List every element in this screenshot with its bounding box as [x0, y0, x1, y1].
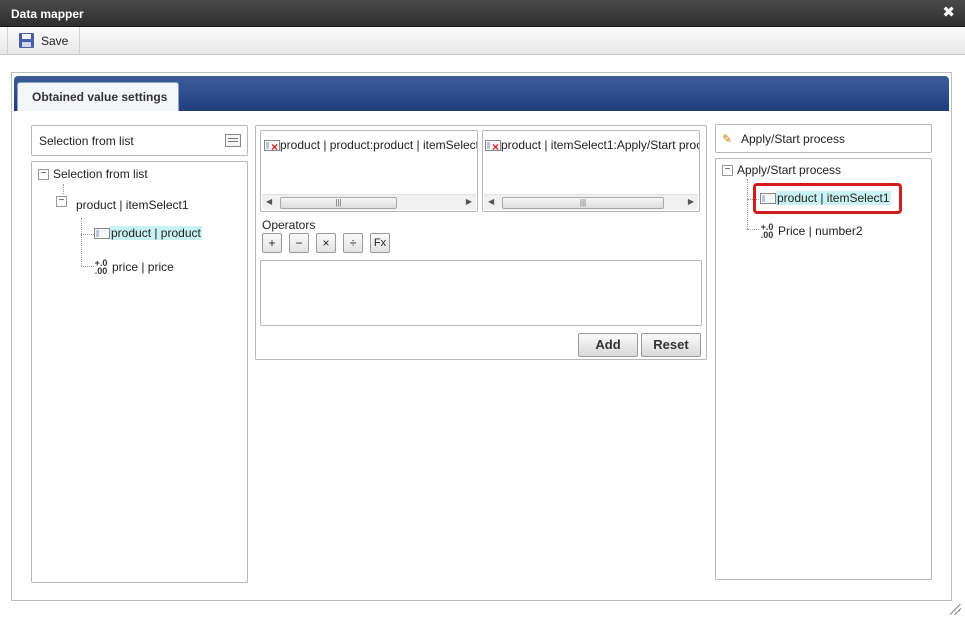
number-field-icon: +.0.00 [760, 222, 774, 240]
save-label: Save [41, 33, 69, 48]
tree-leaf-label: price | price [112, 260, 174, 274]
minus-button[interactable]: − [289, 233, 309, 253]
window-title: Data mapper [11, 7, 84, 21]
tree-leaf-price-number2[interactable]: +.0.00 Price | number2 [760, 222, 863, 240]
source-box-left[interactable]: product | product:product | itemSelect1 … [260, 130, 478, 212]
source-box-right[interactable]: product | itemSelect1:Apply/Start proces… [482, 130, 700, 212]
list-field-remove-icon [264, 139, 280, 152]
right-tree-panel: − Apply/Start process product | itemSele… [715, 158, 932, 580]
add-button[interactable]: Add [578, 333, 638, 357]
horizontal-scrollbar[interactable]: ◀ ||| ▶ [262, 194, 476, 210]
tree-root-label: Selection from list [53, 167, 148, 181]
horizontal-scrollbar[interactable]: ◀ ||| ▶ [484, 194, 698, 210]
left-panel-title: Selection from list [39, 134, 134, 148]
resize-grip-icon[interactable] [950, 604, 961, 615]
left-tree-panel: − Selection from list − product | itemSe… [31, 161, 248, 583]
highlight-box [753, 183, 902, 214]
tree-leaf-label: Price | number2 [778, 224, 863, 238]
tab-bar: Obtained value settings [14, 76, 949, 111]
save-button[interactable]: Save [7, 27, 80, 54]
source-left-label: product | product:product | itemSelect1 [280, 138, 478, 152]
toolbar: Save [0, 27, 965, 55]
multiply-button[interactable]: × [316, 233, 336, 253]
list-field-icon [94, 227, 110, 239]
collapse-icon[interactable]: − [56, 195, 67, 207]
right-panel-title: Apply/Start process [741, 132, 846, 146]
tree-root-selection[interactable]: − Selection from list [38, 167, 148, 181]
tree-node-product-itemselect1[interactable]: − [56, 193, 67, 209]
operators-label: Operators [262, 218, 316, 232]
floppy-disk-icon [19, 33, 34, 48]
tree-leaf-price[interactable]: +.0.00 price | price [94, 258, 174, 276]
number-field-icon: +.0.00 [94, 258, 108, 276]
tree-root-apply-start[interactable]: − Apply/Start process [722, 163, 841, 177]
plus-button[interactable]: + [262, 233, 282, 253]
content-area: Obtained value settings Selection from l… [11, 72, 952, 601]
divide-button[interactable]: ÷ [343, 233, 363, 253]
list-field-remove-icon [485, 139, 501, 152]
source-right-label: product | itemSelect1:Apply/Start proces… [501, 138, 700, 152]
collapse-icon[interactable]: − [38, 168, 49, 180]
tree-node-label: product | itemSelect1 [76, 198, 189, 212]
tree-leaf-label: product | product [110, 226, 202, 240]
middle-panel: product | product:product | itemSelect1 … [255, 125, 707, 360]
list-view-icon[interactable] [225, 134, 241, 147]
collapse-icon[interactable]: − [722, 164, 733, 176]
reset-button[interactable]: Reset [641, 333, 701, 357]
close-icon[interactable]: ✖ [942, 5, 955, 20]
right-panel-header: ✎ Apply/Start process [715, 124, 932, 153]
pencil-gear-icon: ✎ [722, 132, 733, 146]
expression-textarea[interactable] [260, 260, 702, 326]
source-right-item[interactable]: product | itemSelect1:Apply/Start proces… [485, 138, 700, 152]
tree-root-label: Apply/Start process [737, 163, 842, 177]
tab-obtained-value-settings[interactable]: Obtained value settings [17, 82, 179, 111]
source-left-item[interactable]: product | product:product | itemSelect1 [264, 138, 478, 152]
window-titlebar: Data mapper ✖ [0, 0, 965, 27]
function-button[interactable]: Fx [370, 233, 390, 253]
left-panel-header: Selection from list [31, 125, 248, 156]
tree-leaf-product[interactable]: product | product [94, 226, 202, 240]
